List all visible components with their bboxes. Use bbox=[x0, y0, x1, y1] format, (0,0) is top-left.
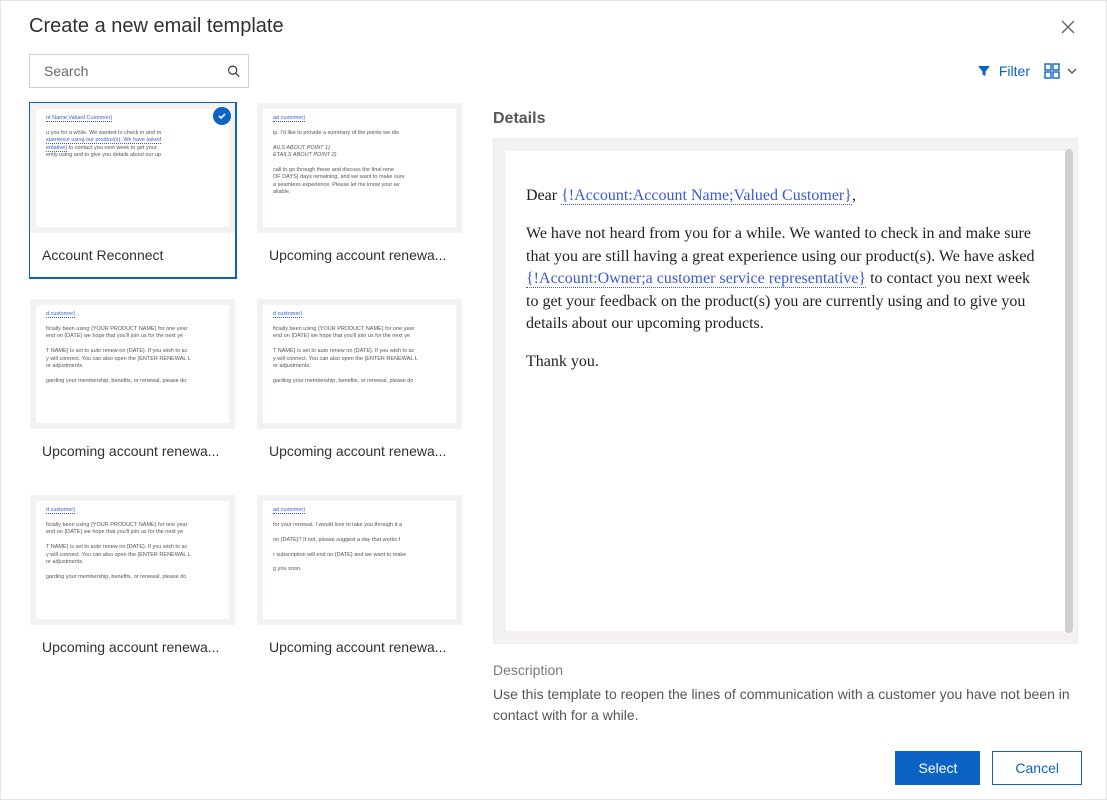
preview-greeting: Dear {!Account:Account Name;Valued Custo… bbox=[526, 185, 1045, 207]
description-text: Use this template to reopen the lines of… bbox=[493, 684, 1078, 725]
dialog-body: nt Name;Valued Customer}u you for a whil… bbox=[1, 102, 1106, 735]
dialog-footer: Select Cancel bbox=[1, 735, 1106, 799]
template-label: Upcoming account renewa... bbox=[257, 625, 462, 669]
template-card[interactable]: ad customer}for your renewal. I would lo… bbox=[256, 494, 463, 670]
template-thumbnail: ad customer}ip. I'd like to provide a su… bbox=[257, 103, 462, 233]
dialog-title: Create a new email template bbox=[29, 15, 284, 38]
template-card[interactable]: d customer}ficially been using {YOUR PRO… bbox=[256, 298, 463, 474]
merge-field: {!Account:Owner;a customer service repre… bbox=[526, 270, 866, 288]
preview-page: Dear {!Account:Account Name;Valued Custo… bbox=[506, 151, 1065, 631]
select-button[interactable]: Select bbox=[895, 751, 980, 785]
preview-body: We have not heard from you for a while. … bbox=[526, 223, 1045, 335]
chevron-down-icon bbox=[1066, 65, 1078, 77]
template-label: Account Reconnect bbox=[30, 233, 235, 277]
template-card[interactable]: nt Name;Valued Customer}u you for a whil… bbox=[29, 102, 236, 278]
template-label: Upcoming account renewa... bbox=[30, 625, 235, 669]
search-input[interactable] bbox=[42, 62, 227, 80]
template-gallery[interactable]: nt Name;Valued Customer}u you for a whil… bbox=[29, 102, 469, 725]
template-thumbnail: d customer}ficially been using {YOUR PRO… bbox=[30, 299, 235, 429]
preview-thanks: Thank you. bbox=[526, 351, 1045, 373]
grid-icon bbox=[1044, 63, 1060, 79]
template-thumbnail: ad customer}for your renewal. I would lo… bbox=[257, 495, 462, 625]
template-thumbnail: nt Name;Valued Customer}u you for a whil… bbox=[30, 103, 235, 233]
preview-box: Dear {!Account:Account Name;Valued Custo… bbox=[493, 138, 1078, 644]
template-label: Upcoming account renewa... bbox=[257, 233, 462, 277]
filter-label: Filter bbox=[999, 63, 1030, 79]
template-label: Upcoming account renewa... bbox=[30, 429, 235, 473]
merge-field: {!Account:Account Name;Valued Customer} bbox=[561, 187, 852, 205]
toolbar: Filter bbox=[1, 44, 1106, 102]
template-thumbnail: d customer}ficially been using {YOUR PRO… bbox=[30, 495, 235, 625]
close-icon bbox=[1061, 20, 1075, 34]
template-label: Upcoming account renewa... bbox=[257, 429, 462, 473]
template-card[interactable]: d customer}ficially been using {YOUR PRO… bbox=[29, 298, 236, 474]
template-thumbnail: d customer}ficially been using {YOUR PRO… bbox=[257, 299, 462, 429]
dialog-header: Create a new email template bbox=[1, 1, 1106, 44]
cancel-button[interactable]: Cancel bbox=[992, 751, 1082, 785]
preview-scrollbar[interactable] bbox=[1065, 149, 1073, 633]
template-card[interactable]: d customer}ficially been using {YOUR PRO… bbox=[29, 494, 236, 670]
selected-check-icon bbox=[213, 107, 231, 125]
view-switcher[interactable] bbox=[1044, 63, 1078, 79]
funnel-icon bbox=[977, 64, 991, 78]
toolbar-right: Filter bbox=[977, 63, 1078, 79]
description-label: Description bbox=[493, 644, 1078, 684]
details-panel: Details Dear {!Account:Account Name;Valu… bbox=[493, 102, 1078, 725]
close-button[interactable] bbox=[1058, 17, 1078, 37]
template-cards: nt Name;Valued Customer}u you for a whil… bbox=[29, 102, 463, 670]
filter-button[interactable]: Filter bbox=[977, 63, 1030, 79]
dialog: Create a new email template Filter bbox=[0, 0, 1107, 800]
search-input-wrap[interactable] bbox=[29, 54, 249, 88]
search-icon bbox=[227, 63, 240, 79]
template-card[interactable]: ad customer}ip. I'd like to provide a su… bbox=[256, 102, 463, 278]
details-heading: Details bbox=[493, 104, 1078, 138]
